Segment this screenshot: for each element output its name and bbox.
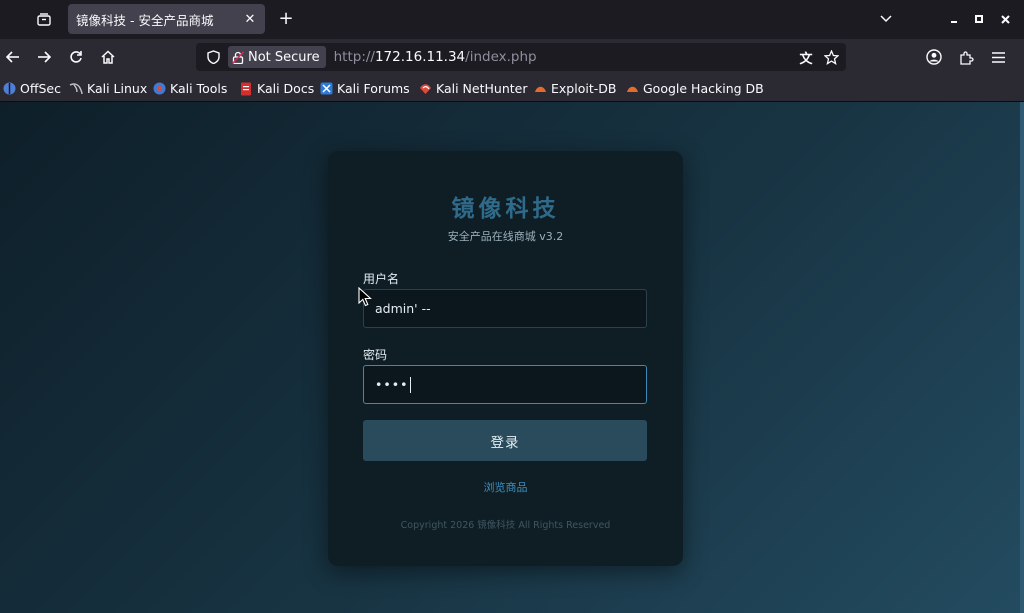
bookmark-label: Kali Forums	[337, 81, 410, 96]
translate-icon[interactable]: 文	[795, 46, 817, 68]
back-button[interactable]	[0, 44, 26, 70]
active-tab[interactable]: 镜像科技 - 安全产品商城 ✕	[68, 4, 265, 34]
puzzle-icon	[959, 50, 974, 65]
minimize-button[interactable]	[944, 8, 964, 30]
forward-button[interactable]	[31, 44, 57, 70]
ghdb-icon	[625, 82, 639, 96]
login-button[interactable]: 登录	[363, 420, 647, 461]
extensions-button[interactable]	[953, 44, 979, 70]
kali-docs-icon	[239, 82, 253, 96]
url-text[interactable]: http://172.16.11.34/index.php	[334, 49, 537, 65]
page-content: 镜像科技 安全产品在线商城 v3.2 用户名 admin' -- 密码 ••••…	[0, 102, 1020, 613]
url-path: /index.php	[465, 49, 537, 65]
browse-products-link[interactable]: 浏览商品	[328, 479, 683, 495]
reload-button[interactable]	[63, 44, 89, 70]
login-card: 镜像科技 安全产品在线商城 v3.2 用户名 admin' -- 密码 ••••…	[328, 151, 683, 566]
scrollbar[interactable]	[1020, 102, 1024, 613]
tab-list-button[interactable]	[30, 8, 58, 30]
kali-dragon-icon	[69, 82, 83, 96]
tab-bar: 镜像科技 - 安全产品商城 ✕ +	[0, 0, 1024, 39]
home-button[interactable]	[95, 44, 121, 70]
bookmark-label: Kali Linux	[87, 81, 148, 96]
bookmark-label: Kali Docs	[257, 81, 315, 96]
not-secure-indicator[interactable]: Not Secure	[228, 46, 326, 68]
username-label: 用户名	[363, 272, 400, 286]
copyright-text: Copyright 2026 镜像科技 All Rights Reserved	[400, 520, 611, 531]
url-host: 172.16.11.34	[374, 49, 466, 65]
password-mask: ••••	[375, 377, 409, 392]
back-arrow-icon	[6, 51, 19, 63]
bookmark-exploit-db[interactable]: Exploit-DB	[533, 79, 616, 98]
bookmark-kali-docs[interactable]: Kali Docs	[239, 79, 314, 98]
bookmark-label: Kali NetHunter	[436, 81, 528, 96]
bookmark-kali-forums[interactable]: Kali Forums	[319, 79, 410, 98]
navigation-toolbar: Not Secure http://172.16.11.34/index.php…	[0, 39, 1024, 75]
url-protocol: http://	[333, 49, 375, 65]
hamburger-icon	[991, 51, 1005, 63]
bookmarks-toolbar: OffSec Kali Linux Kali Tools Kali Docs K…	[0, 75, 1024, 102]
url-bar[interactable]: Not Secure http://172.16.11.34/index.php…	[196, 43, 846, 71]
bookmark-offsec[interactable]: OffSec	[2, 79, 61, 98]
kali-tools-icon	[152, 82, 166, 96]
account-icon	[926, 49, 942, 65]
home-icon	[101, 50, 115, 64]
bookmark-label: Exploit-DB	[551, 81, 617, 96]
bookmark-label: OffSec	[20, 81, 61, 96]
bookmark-label: Google Hacking DB	[643, 81, 764, 96]
exploit-db-icon	[533, 82, 547, 96]
tab-overflow-chevron-icon[interactable]	[876, 8, 896, 30]
broken-lock-icon	[232, 50, 244, 64]
menu-button[interactable]	[985, 44, 1011, 70]
brand-subtitle: 安全产品在线商城 v3.2	[447, 230, 564, 243]
new-tab-button[interactable]: +	[276, 7, 296, 29]
tab-title: 镜像科技 - 安全产品商城	[76, 12, 214, 28]
tab-list-icon	[37, 12, 51, 26]
brand-title: 镜像科技	[451, 196, 560, 222]
reload-icon	[70, 51, 82, 63]
close-window-button[interactable]	[995, 8, 1015, 30]
username-input[interactable]: admin' --	[363, 289, 647, 328]
tracking-protection-shield-icon[interactable]	[202, 46, 224, 68]
mouse-cursor-icon	[358, 287, 372, 307]
bookmark-kali-tools[interactable]: Kali Tools	[152, 79, 227, 98]
password-label: 密码	[363, 348, 388, 362]
bookmark-label: Kali Tools	[170, 81, 228, 96]
text-caret	[409, 376, 411, 393]
bookmark-google-hacking-db[interactable]: Google Hacking DB	[625, 79, 764, 98]
bookmark-star-icon[interactable]	[820, 46, 842, 68]
account-button[interactable]	[921, 44, 947, 70]
maximize-button[interactable]	[969, 8, 989, 30]
tab-close-icon[interactable]: ✕	[241, 10, 259, 28]
forward-arrow-icon	[38, 51, 51, 63]
not-secure-label: Not Secure	[248, 49, 320, 65]
kali-forums-icon	[319, 82, 333, 96]
offsec-icon	[2, 82, 16, 96]
password-input[interactable]: ••••	[363, 365, 647, 404]
username-value: admin' --	[375, 301, 431, 316]
nethunter-icon	[418, 82, 432, 96]
bookmark-kali-linux[interactable]: Kali Linux	[69, 79, 147, 98]
bookmark-kali-nethunter[interactable]: Kali NetHunter	[418, 79, 527, 98]
